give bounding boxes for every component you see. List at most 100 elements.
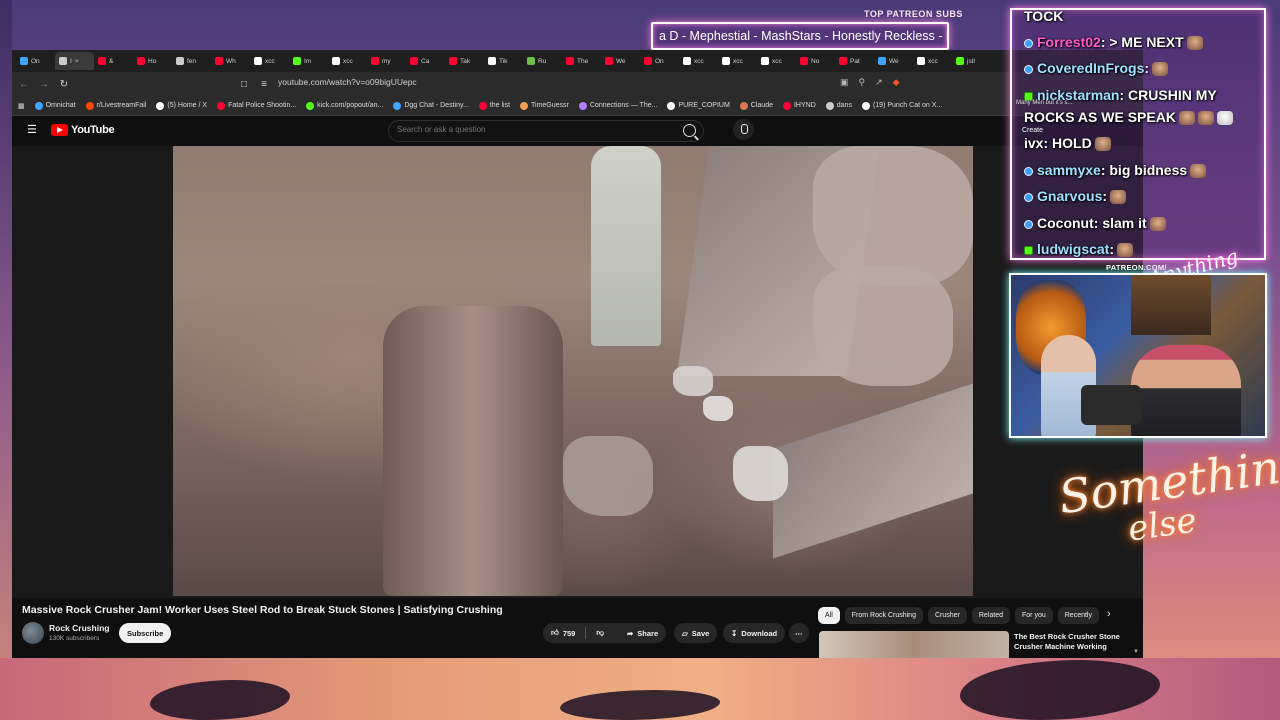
chat-emote-icon	[1152, 62, 1169, 77]
browser-tab[interactable]: my	[367, 52, 406, 70]
webcam-feed	[1009, 273, 1267, 438]
browser-tab[interactable]: xcc	[718, 52, 757, 70]
menu-icon[interactable]: ☰	[27, 125, 38, 136]
recommended-title[interactable]: The Best Rock Crusher Stone Crusher Mach…	[1014, 632, 1126, 652]
tab-favicon-icon	[722, 57, 730, 65]
video-player[interactable]	[12, 146, 1143, 598]
filter-chip[interactable]: Related	[971, 607, 1011, 624]
share-button[interactable]: ➦ Share	[619, 623, 667, 643]
subscribe-button[interactable]: Subscribe	[119, 623, 172, 643]
filter-chip[interactable]: For you	[1015, 607, 1053, 624]
download-button[interactable]: ↧ Download	[723, 623, 786, 643]
bookmark-item[interactable]: Dgg Chat - Destiny...	[393, 101, 469, 110]
browser-tab[interactable]: Pat	[835, 52, 874, 70]
bookmark-item[interactable]: (5) Home / X	[156, 101, 207, 110]
kick-badge-icon	[1024, 245, 1033, 255]
browser-tab[interactable]: &	[94, 52, 133, 70]
bookmark-item[interactable]: TimeGuessr	[520, 101, 569, 110]
reload-icon[interactable]: ↻	[58, 79, 70, 90]
bookmark-item[interactable]: dans	[825, 101, 852, 110]
filter-chip[interactable]: All	[818, 607, 840, 624]
tab-label: Tak	[460, 57, 471, 65]
browser-tab[interactable]: xcc	[250, 52, 289, 70]
browser-tab[interactable]: xcc	[328, 52, 367, 70]
like-count[interactable]: 759	[563, 629, 576, 638]
share-icon[interactable]: ↗	[875, 77, 883, 88]
search-icon[interactable]	[683, 124, 696, 137]
related-chips: All From Rock Crushing Crusher Related For y…	[818, 607, 1099, 624]
more-actions-button[interactable]: ⋯	[789, 623, 809, 643]
browser-tab[interactable]: xcc	[757, 52, 796, 70]
browser-tab[interactable]: I ×	[55, 52, 94, 70]
browser-tab[interactable]: The	[562, 52, 601, 70]
browser-tab[interactable]: No	[796, 52, 835, 70]
browser-tab[interactable]: jstl	[952, 52, 991, 70]
dislike-icon[interactable]: 👎︎	[596, 628, 604, 638]
browser-tab[interactable]: xcc	[913, 52, 952, 70]
scroll-down-arrow-icon[interactable]: ▼	[1133, 649, 1139, 655]
zoom-icon[interactable]: ⚲	[859, 77, 866, 88]
chevron-right-icon[interactable]: ›	[1107, 608, 1111, 620]
back-icon[interactable]: ←	[18, 79, 30, 90]
tab-label: On	[655, 57, 664, 65]
bookmark-star-icon[interactable]: □	[238, 79, 250, 90]
browser-tab[interactable]: xcc	[679, 52, 718, 70]
browser-tab[interactable]: We	[874, 52, 913, 70]
browser-tab[interactable]: On	[640, 52, 679, 70]
browser-tab[interactable]: Ho	[133, 52, 172, 70]
bookmark-item[interactable]: the list	[478, 101, 510, 110]
bookmark-item[interactable]: IHYND	[782, 101, 816, 110]
bookmark-item[interactable]: (19) Punch Cat on X...	[861, 101, 942, 110]
tab-strip: On I × & Ho fen Wh xcc Im xcc my Ca Tak Tik Ru The We On x…	[12, 50, 1143, 72]
tab-favicon-icon	[20, 57, 28, 65]
browser-tab[interactable]: We	[601, 52, 640, 70]
youtube-logo[interactable]: YouTube	[51, 124, 115, 136]
tab-favicon-icon	[176, 57, 184, 65]
like-icon[interactable]: 👍︎	[551, 628, 559, 638]
browser-tab[interactable]: Tik	[484, 52, 523, 70]
browser-tab[interactable]: fen	[172, 52, 211, 70]
browser-tab[interactable]: Im	[289, 52, 328, 70]
brave-shield-icon[interactable]: ◆	[893, 77, 900, 88]
bookmark-label: kick.com/popout/an...	[317, 102, 384, 109]
tab-favicon-icon	[254, 57, 262, 65]
youtube-header: ☰ YouTube	[12, 116, 1143, 146]
filter-chip[interactable]: From Rock Crushing	[844, 607, 923, 624]
rock	[733, 446, 788, 501]
bookmark-item[interactable]: Fatal Police Shootin...	[217, 101, 297, 110]
browser-tab[interactable]: Ca	[406, 52, 445, 70]
bookmark-label: Fatal Police Shootin...	[228, 102, 297, 109]
browser-tab[interactable]: Wh	[211, 52, 250, 70]
save-icon: ▱	[682, 628, 688, 638]
filter-chip[interactable]: Crusher	[927, 607, 967, 624]
pip-icon[interactable]: ▣	[840, 77, 849, 88]
bookmark-item[interactable]: Omnichat	[34, 101, 76, 110]
search-input[interactable]	[397, 125, 667, 134]
browser-tab[interactable]: Ru	[523, 52, 562, 70]
apps-icon[interactable]: ▦	[18, 102, 25, 110]
filter-chip[interactable]: Recently	[1057, 607, 1099, 624]
forward-icon[interactable]: →	[38, 79, 50, 90]
tab-label: On	[31, 57, 40, 65]
bookmark-item[interactable]: r/LivestreamFail	[85, 101, 146, 110]
browser-tab[interactable]: Tak	[445, 52, 484, 70]
microphone-icon[interactable]	[733, 119, 754, 140]
channel-avatar[interactable]	[22, 622, 44, 644]
url-field[interactable]: youtube.com/watch?v=o09bigUUepc	[278, 77, 417, 87]
bookmark-item[interactable]: Connections — The...	[578, 101, 657, 110]
bookmark-item[interactable]: kick.com/popout/an...	[306, 101, 384, 110]
bookmark-item[interactable]: PURE_COPIUM	[667, 101, 730, 110]
channel-name[interactable]: Rock Crushing	[49, 623, 109, 633]
video-frame[interactable]	[173, 146, 973, 596]
save-button[interactable]: ▱ Save	[674, 623, 718, 643]
recommended-thumbnail[interactable]	[819, 631, 1009, 658]
shelf	[1131, 275, 1211, 335]
bookmark-item[interactable]: Claude	[739, 101, 773, 110]
streamer-right	[1131, 345, 1241, 436]
bookmark-label: Dgg Chat - Destiny...	[404, 102, 469, 109]
site-info-icon[interactable]: ≡	[258, 79, 270, 90]
bookmark-favicon-icon	[393, 101, 402, 110]
browser-tab[interactable]: On	[16, 52, 55, 70]
close-tab-icon[interactable]: ×	[75, 58, 79, 65]
tab-label: my	[382, 57, 391, 65]
